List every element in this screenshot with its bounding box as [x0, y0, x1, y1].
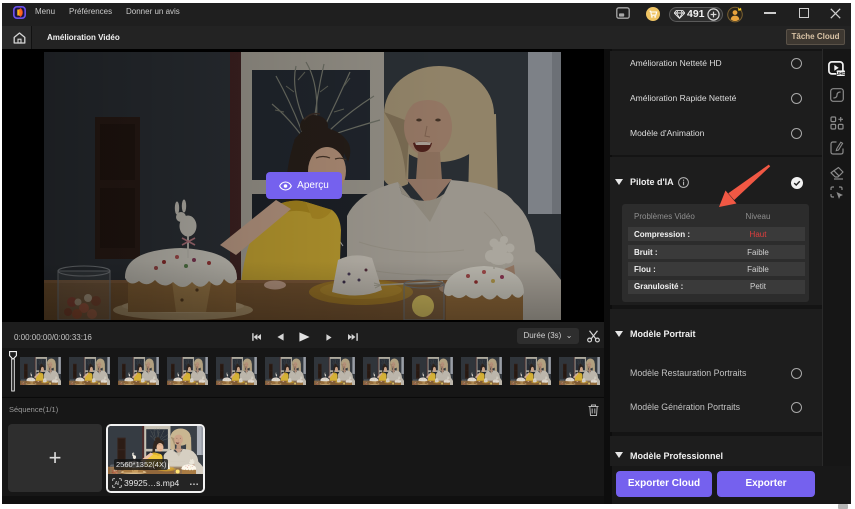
svg-text:AI: AI: [114, 481, 119, 487]
svg-text:UHD: UHD: [836, 71, 845, 76]
